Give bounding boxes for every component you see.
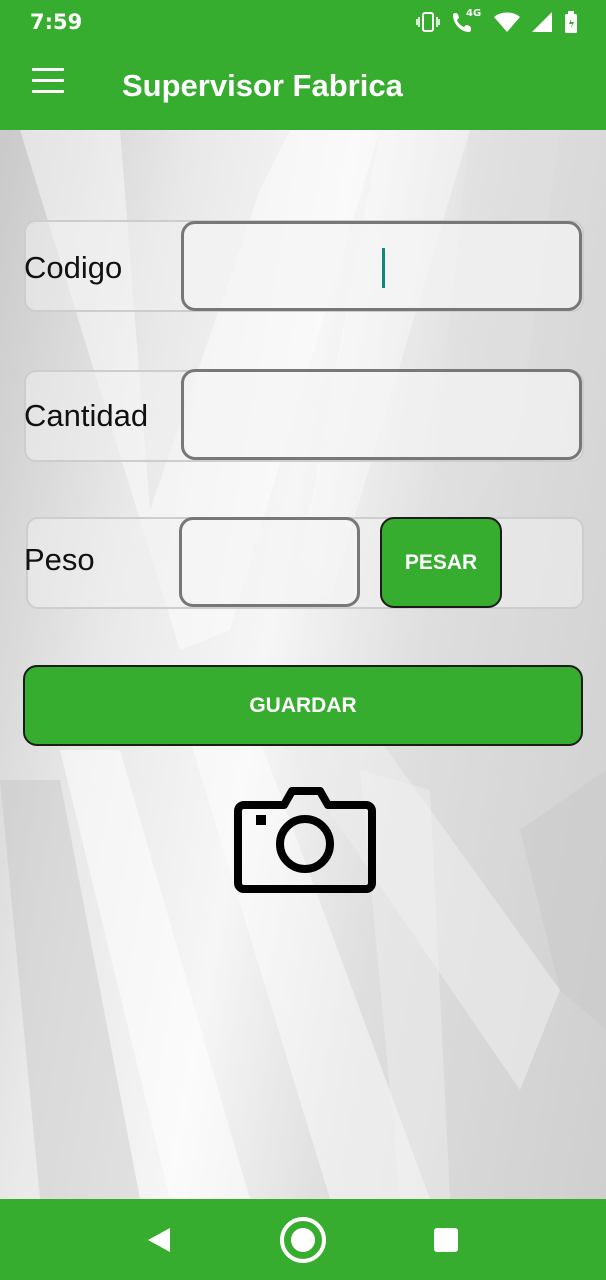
hamburger-menu-icon[interactable] <box>28 68 68 102</box>
wifi-calling-icon: 4G <box>452 8 482 34</box>
app-bar: Supervisor Fabrica <box>0 44 606 130</box>
text-cursor <box>382 248 385 288</box>
signal-icon <box>532 12 552 32</box>
battery-icon <box>564 11 578 33</box>
back-icon[interactable] <box>146 1227 172 1258</box>
content-area: Codigo Cantidad Peso PESAR GUARDAR <box>0 130 606 1199</box>
network-label: 4G <box>466 8 482 19</box>
recents-icon[interactable] <box>433 1227 459 1258</box>
vibrate-icon <box>416 11 440 33</box>
home-icon[interactable] <box>279 1216 327 1269</box>
cantidad-label: Cantidad <box>24 398 149 433</box>
codigo-label: Codigo <box>24 250 123 285</box>
status-icons: 4G <box>416 8 578 34</box>
wifi-icon <box>494 12 520 32</box>
app-title: Supervisor Fabrica <box>122 68 403 103</box>
status-bar: 7:59 4G <box>0 0 606 44</box>
pesar-button[interactable]: PESAR <box>380 517 502 608</box>
cantidad-input[interactable] <box>181 369 582 460</box>
navigation-bar <box>0 1199 606 1280</box>
peso-label: Peso <box>24 542 95 577</box>
status-time: 7:59 <box>30 10 83 34</box>
guardar-button[interactable]: GUARDAR <box>23 665 583 746</box>
camera-icon[interactable] <box>234 785 376 895</box>
peso-input[interactable] <box>179 517 360 607</box>
codigo-input[interactable] <box>181 221 582 311</box>
